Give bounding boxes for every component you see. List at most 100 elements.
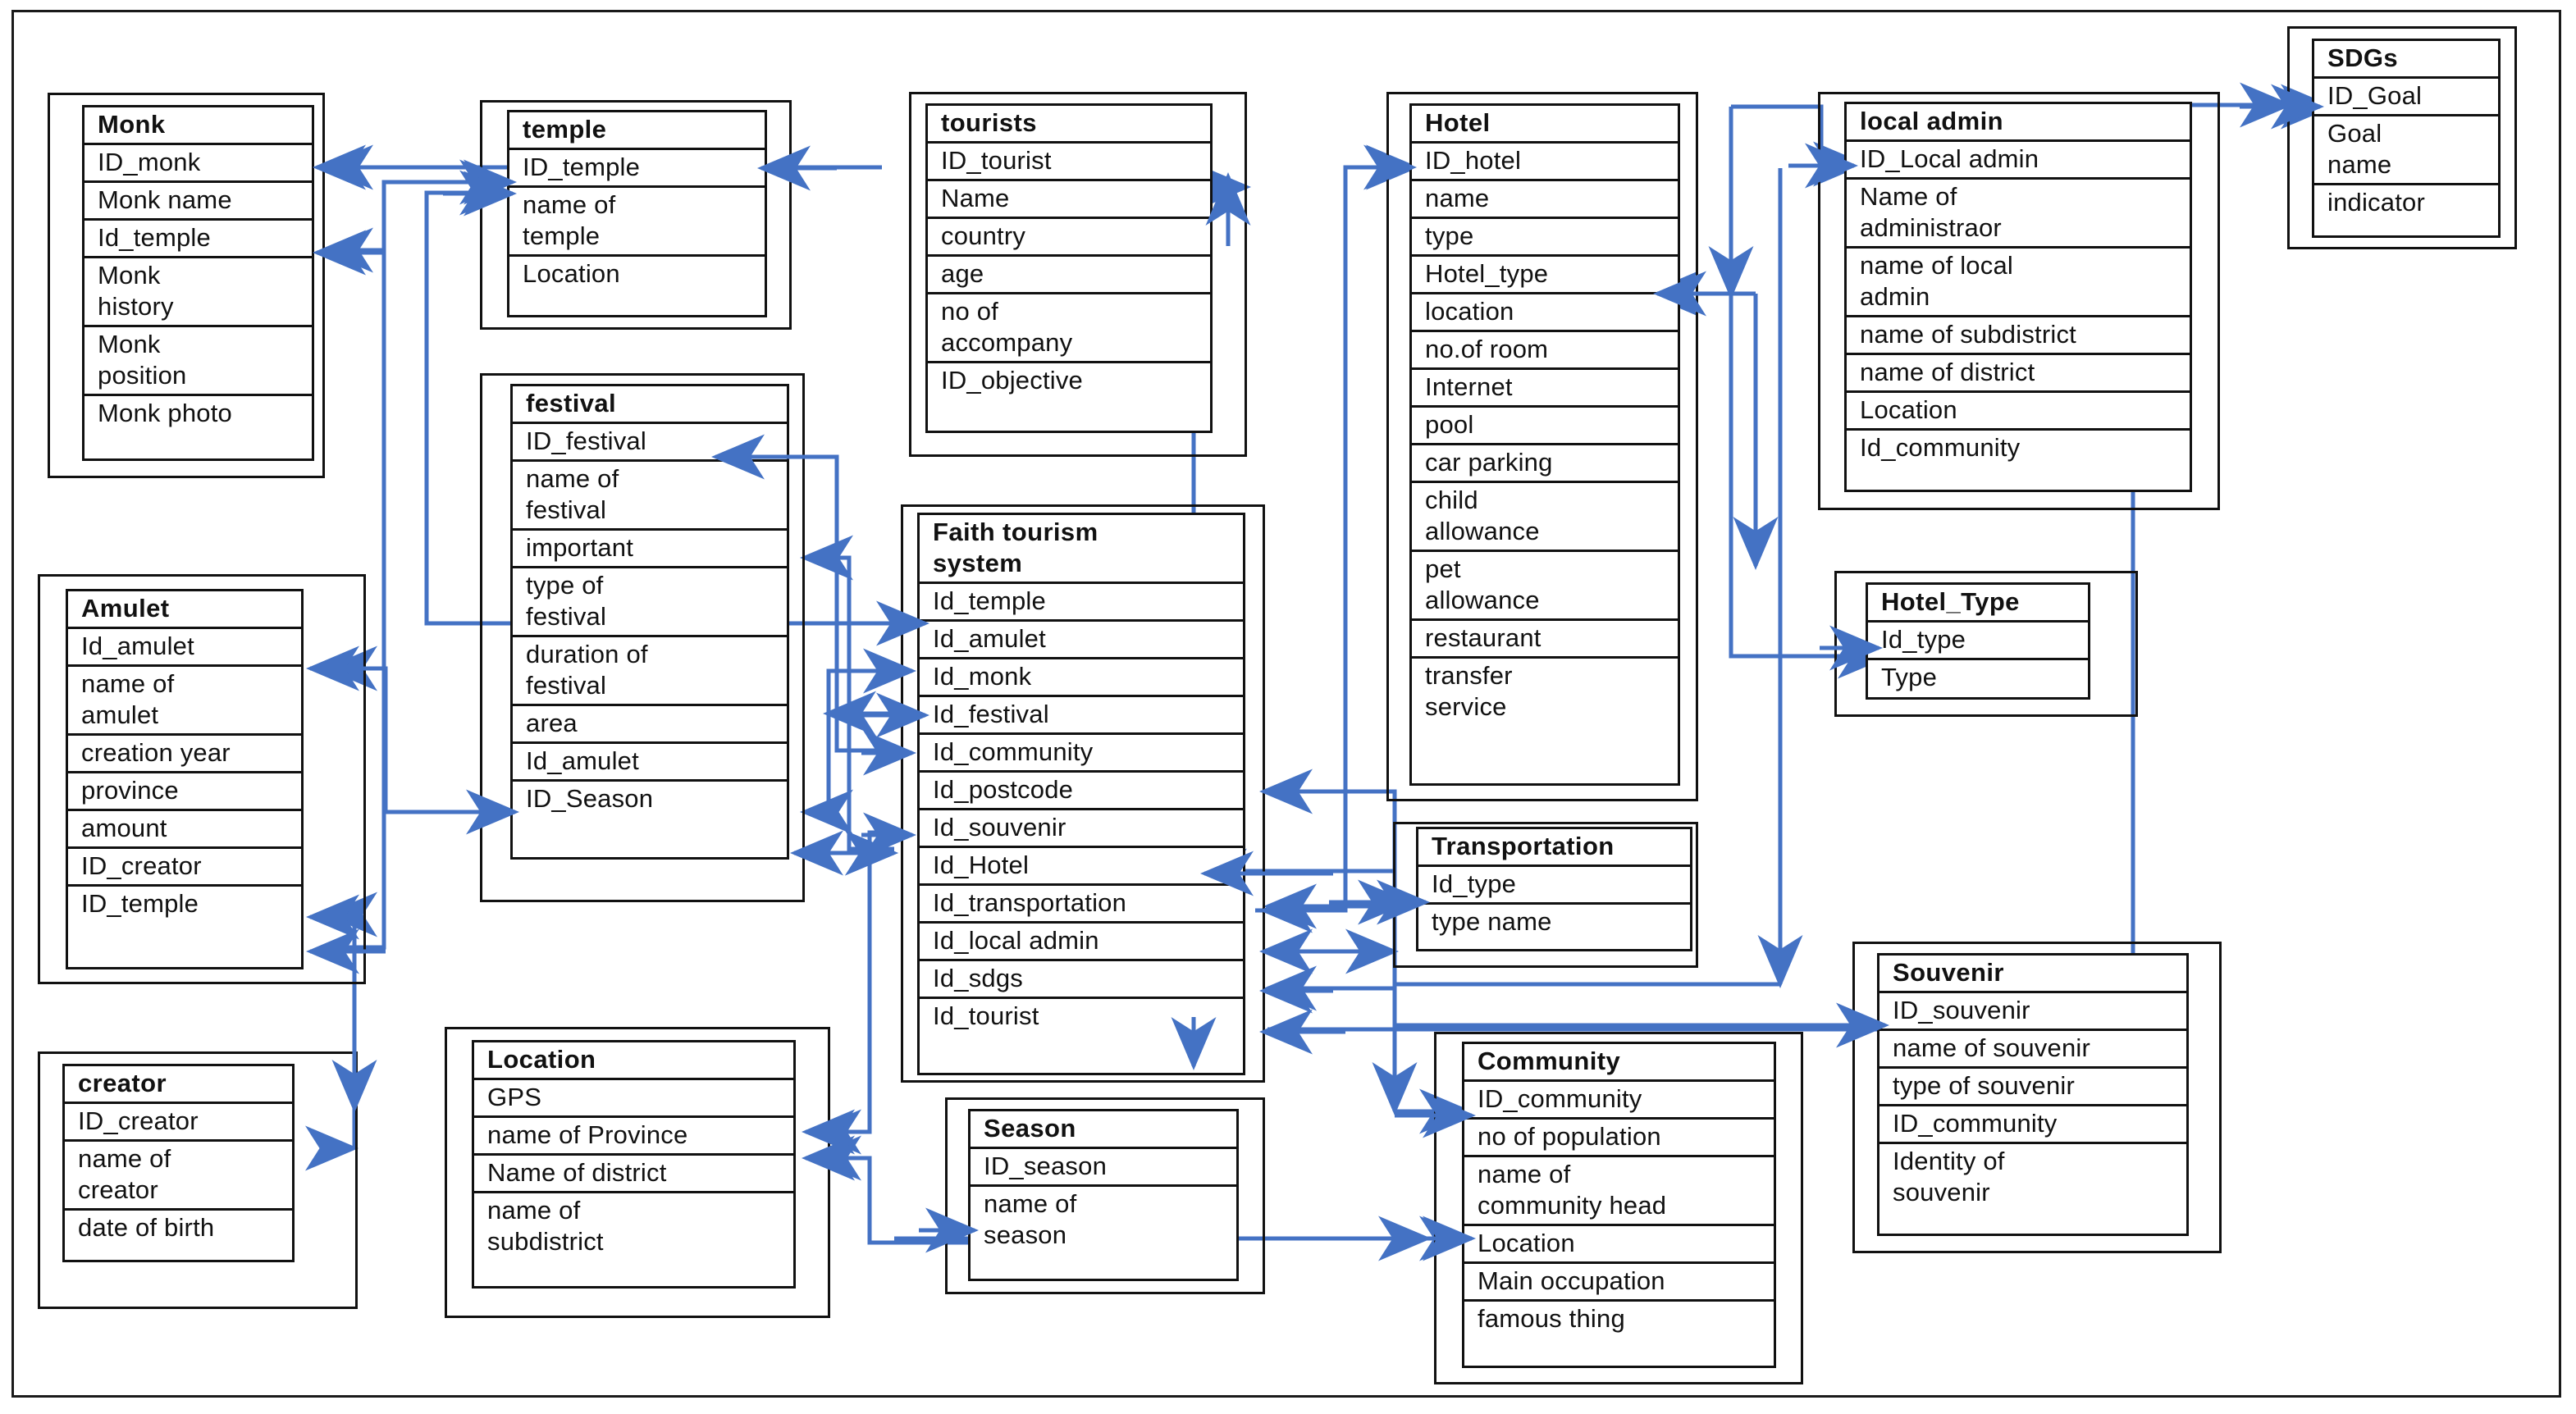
attribute-row: restaurant [1412,621,1678,659]
attribute-row: Name of administraor [1847,180,2190,249]
attribute-row: country [928,219,1210,257]
attribute-row: ID_season [971,1149,1236,1187]
entity-tourists[interactable]: tourists ID_tourist Name country age no … [925,103,1213,433]
entity-title-monk: Monk [84,107,312,145]
entity-location[interactable]: Location GPS name of Province Name of di… [472,1040,796,1289]
attribute-row: Id_temple [920,584,1243,622]
attribute-row: age [928,257,1210,294]
entity-title-transportation: Transportation [1418,829,1690,867]
attribute-row: creation year [68,736,301,773]
attribute-row: ID_temple [509,150,765,188]
attribute-row: name of creator [65,1142,292,1211]
attribute-row: ID_Goal [2314,79,2498,116]
attribute-row: type [1412,219,1678,257]
attribute-row: Hotel_type [1412,257,1678,294]
entity-title-amulet: Amulet [68,591,301,629]
attribute-row: Id_temple [84,221,312,258]
attribute-row: Id_transportation [920,886,1243,924]
entity-amulet[interactable]: Amulet Id_amulet name of amulet creation… [66,589,304,969]
attribute-row: Id_community [1860,433,2021,462]
entity-title-faith-tourism-system: Faith tourism system [920,515,1243,584]
attribute-row: date of birth [78,1213,215,1242]
entity-souvenir[interactable]: Souvenir ID_souvenir name of souvenir ty… [1877,953,2189,1236]
attribute-row: duration of festival [513,637,787,706]
entity-local-admin[interactable]: local admin ID_Local admin Name of admin… [1844,102,2192,492]
attribute-row: famous thing [1478,1304,1625,1333]
attribute-row: no of population [1464,1120,1774,1157]
entity-title-sdgs: SDGs [2314,41,2498,79]
entity-title-season: Season [971,1111,1236,1149]
entity-hotel-type[interactable]: Hotel_Type Id_type Type [1866,582,2090,700]
attribute-row: Id_amulet [513,744,787,782]
attribute-row: Monk name [84,183,312,221]
entity-community[interactable]: Community ID_community no of population … [1462,1042,1776,1368]
attribute-row: Id_monk [920,659,1243,697]
entity-title-festival: festival [513,386,787,424]
attribute-row: pool [1412,408,1678,445]
attribute-row: name of amulet [68,667,301,736]
entity-faith-tourism-system[interactable]: Faith tourism system Id_temple Id_amulet… [917,513,1245,1075]
attribute-row: Location [1464,1226,1774,1264]
attribute-row: type of souvenir [1879,1069,2186,1106]
attribute-row: ID_Season [526,784,654,813]
entity-monk[interactable]: Monk ID_monk Monk name Id_temple Monk hi… [82,105,314,461]
attribute-row: Identity of souvenir [1893,1147,2005,1206]
attribute-row: Monk position [84,327,312,396]
attribute-row: Monk photo [98,399,232,427]
attribute-row: no of accompany [928,294,1210,363]
attribute-row: ID_festival [513,424,787,462]
attribute-row: name of local admin [1847,249,2190,317]
entity-transportation[interactable]: Transportation Id_type type name [1416,827,1692,951]
entity-title-creator: creator [65,1066,292,1104]
attribute-row: name of souvenir [1879,1031,2186,1069]
attribute-row: name of Province [474,1118,793,1156]
attribute-row: Id_type [1868,623,2088,660]
attribute-row: ID_community [1464,1082,1774,1120]
attribute-row: Id_amulet [920,622,1243,659]
attribute-row: Location [523,259,620,288]
attribute-row: Id_souvenir [920,810,1243,848]
attribute-row: ID_souvenir [1879,993,2186,1031]
attribute-row: ID_hotel [1412,144,1678,181]
attribute-row: name of temple [509,188,765,257]
attribute-row: ID_community [1879,1106,2186,1144]
entity-title-local-admin: local admin [1847,104,2190,142]
entity-festival[interactable]: festival ID_festival name of festival im… [510,384,789,860]
attribute-row: amount [68,811,301,849]
entity-title-hotel: Hotel [1412,106,1678,144]
attribute-row: car parking [1412,445,1678,483]
attribute-row: Internet [1412,370,1678,408]
attribute-row: type of festival [513,568,787,637]
attribute-row: ID_temple [81,889,199,918]
entity-sdgs[interactable]: SDGs ID_Goal Goal name indicator [2312,39,2501,238]
attribute-row: ID_tourist [928,144,1210,181]
attribute-row: ID_Local admin [1847,142,2190,180]
attribute-row: name of community head [1464,1157,1774,1226]
attribute-row: child allowance [1412,483,1678,552]
attribute-row: name of subdistrict [1847,317,2190,355]
attribute-row: Id_community [920,735,1243,773]
attribute-row: name of district [1847,355,2190,393]
attribute-row: ID_objective [941,366,1083,395]
attribute-row: important [513,531,787,568]
attribute-row: transfer service [1425,661,1513,721]
attribute-row: name [1412,181,1678,219]
attribute-row: pet allowance [1412,552,1678,621]
attribute-row: no.of room [1412,332,1678,370]
attribute-row: ID_creator [68,849,301,887]
entity-title-temple: temple [509,112,765,150]
entity-hotel[interactable]: Hotel ID_hotel name type Hotel_type loca… [1409,103,1680,786]
entity-title-souvenir: Souvenir [1879,956,2186,993]
attribute-row: Name of district [474,1156,793,1193]
attribute-row: ID_monk [84,145,312,183]
entity-title-hotel-type: Hotel_Type [1868,585,2088,623]
attribute-row: Type [1881,663,1938,691]
attribute-row: GPS [474,1080,793,1118]
entity-season[interactable]: Season ID_season name of season [968,1109,1239,1281]
attribute-row: Id_festival [920,697,1243,735]
attribute-row: Id_amulet [68,629,301,667]
entity-temple[interactable]: temple ID_temple name of temple Location [507,110,767,317]
entity-creator[interactable]: creator ID_creator name of creator date … [62,1064,295,1262]
attribute-row: Goal name [2314,116,2498,185]
attribute-row: Monk history [84,258,312,327]
